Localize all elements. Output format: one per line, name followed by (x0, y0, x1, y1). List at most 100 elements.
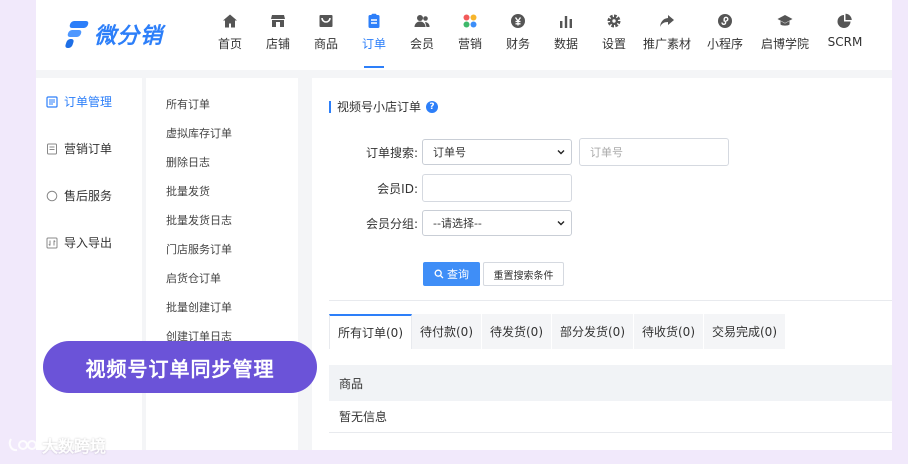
nav-label: 首页 (217, 37, 242, 51)
member-id-row: 会员ID: (312, 174, 572, 202)
watermark-logo-icon (8, 438, 37, 452)
brand-logo-icon (64, 19, 90, 49)
pie-chart-icon (836, 12, 854, 30)
nav-item-products[interactable]: 商品 (302, 0, 350, 70)
nav-item-marketing[interactable]: 营销 (446, 0, 494, 70)
nav-label: 启博学院 (760, 37, 809, 51)
search-button[interactable]: 查询 (423, 262, 480, 286)
home-icon (221, 12, 239, 30)
subnav-item-warehouse-orders[interactable]: 启货仓订单 (146, 264, 298, 293)
tab-all-orders[interactable]: 所有订单(0) (329, 314, 412, 349)
top-navigation-bar: 微分销 首页 店铺 商品 订单 会员 营销 财务 数据 设置 推广素材 小程序 … (36, 0, 892, 70)
member-group-select[interactable]: --请选择-- (422, 210, 572, 236)
order-number-placeholder: 订单号 (590, 146, 623, 159)
search-icon (434, 269, 444, 279)
nav-item-data[interactable]: 数据 (542, 0, 590, 70)
nav-item-academy[interactable]: 启博学院 (754, 0, 816, 70)
subnav-item-all-orders[interactable]: 所有订单 (146, 90, 298, 119)
nav-item-members[interactable]: 会员 (398, 0, 446, 70)
nav-label: 数据 (553, 37, 578, 51)
tab-pending-receipt[interactable]: 待收货(0) (634, 314, 704, 349)
order-search-type-value: 订单号 (433, 146, 466, 159)
order-list-icon (46, 95, 58, 108)
nav-label: 财务 (505, 37, 530, 51)
sidebar-item-import-export[interactable]: 导入导出 (36, 219, 142, 266)
subnav-item-virtual-stock-orders[interactable]: 虚拟库存订单 (146, 119, 298, 148)
import-export-icon (46, 237, 58, 249)
share-arrow-icon (658, 12, 676, 30)
sidebar-item-label: 导入导出 (64, 236, 113, 250)
sidebar-item-label: 售后服务 (64, 189, 113, 203)
order-search-type-select[interactable]: 订单号 (422, 139, 572, 165)
nav-label: 店铺 (265, 37, 290, 51)
member-group-row: 会员分组: --请选择-- (312, 210, 572, 236)
watermark: 大数跨境 (8, 433, 106, 457)
sidebar-item-after-sales[interactable]: 售后服务 (36, 172, 142, 219)
nav-label: 推广素材 (642, 37, 691, 51)
empty-state-text: 暂无信息 (339, 410, 388, 424)
nav-label: SCRM (827, 35, 863, 49)
watermark-text: 大数跨境 (42, 437, 107, 456)
tab-pending-payment[interactable]: 待付款(0) (412, 314, 482, 349)
main-nav: 首页 店铺 商品 订单 会员 营销 财务 数据 设置 推广素材 小程序 启博学院… (206, 0, 874, 70)
nav-item-settings[interactable]: 设置 (590, 0, 638, 70)
subnav-item-batch-create-orders[interactable]: 批量创建订单 (146, 293, 298, 322)
secondary-sidebar: 所有订单 虚拟库存订单 删除日志 批量发货 批量发货日志 门店服务订单 启货仓订… (146, 78, 298, 450)
subnav-item-delete-log[interactable]: 删除日志 (146, 148, 298, 177)
members-icon (413, 12, 431, 30)
nav-item-promo-materials[interactable]: 推广素材 (638, 0, 696, 70)
marketing-grid-icon (461, 12, 479, 30)
sidebar-item-order-management[interactable]: 订单管理 (36, 78, 142, 125)
finance-coin-icon (509, 12, 527, 30)
brand-name: 微分销 (94, 24, 164, 49)
nav-item-store[interactable]: 店铺 (254, 0, 302, 70)
table-header: 商品 (329, 365, 892, 401)
sidebar-item-marketing-orders[interactable]: 营销订单 (36, 125, 142, 172)
graduation-cap-icon (776, 12, 794, 30)
column-header-product: 商品 (339, 376, 364, 391)
tab-partially-shipped[interactable]: 部分发货(0) (552, 314, 634, 349)
page-title-text: 视频号小店订单 (337, 100, 422, 114)
main-panel: 视频号小店订单 ? 订单搜索: 订单号 订单号 会员ID: 会员分组: --请选… (312, 78, 892, 450)
after-sales-icon (46, 190, 58, 202)
tab-pending-shipment[interactable]: 待发货(0) (482, 314, 552, 349)
page-title: 视频号小店订单 ? (329, 98, 439, 115)
nav-item-orders[interactable]: 订单 (350, 0, 398, 70)
sidebar-item-label: 营销订单 (64, 142, 113, 156)
nav-label: 会员 (409, 37, 434, 51)
divider (329, 300, 892, 301)
member-group-label: 会员分组: (365, 216, 418, 231)
nav-label: 设置 (601, 37, 626, 51)
nav-label: 订单 (361, 37, 386, 51)
nav-item-finance[interactable]: 财务 (494, 0, 542, 70)
nav-item-scrm[interactable]: SCRM (816, 0, 874, 70)
nav-item-mini-program[interactable]: 小程序 (696, 0, 754, 70)
mini-program-icon (716, 12, 734, 30)
order-search-label: 订单搜索: (365, 145, 418, 160)
nav-item-home[interactable]: 首页 (206, 0, 254, 70)
member-id-input[interactable] (422, 174, 572, 202)
primary-sidebar: 订单管理 营销订单 售后服务 导入导出 (36, 78, 142, 450)
help-icon[interactable]: ? (426, 100, 439, 113)
order-number-input[interactable]: 订单号 (579, 138, 729, 166)
promo-banner: 视频号订单同步管理 (43, 341, 317, 393)
marketing-order-icon (46, 143, 58, 155)
product-box-icon (317, 12, 335, 30)
chevron-down-icon (557, 221, 565, 226)
chevron-down-icon (557, 150, 565, 155)
data-bars-icon (557, 12, 575, 30)
sidebar-item-label: 订单管理 (64, 95, 113, 109)
order-search-row: 订单搜索: 订单号 订单号 (312, 138, 729, 166)
nav-label: 商品 (313, 37, 338, 51)
order-clipboard-icon (365, 12, 383, 30)
table-empty-row: 暂无信息 (329, 401, 892, 433)
member-group-value: --请选择-- (433, 217, 482, 230)
member-id-label: 会员ID: (377, 181, 418, 196)
subnav-item-batch-ship[interactable]: 批量发货 (146, 177, 298, 206)
search-button-label: 查询 (447, 268, 469, 281)
brand-logo[interactable]: 微分销 (64, 16, 163, 52)
subnav-item-batch-ship-log[interactable]: 批量发货日志 (146, 206, 298, 235)
tab-completed[interactable]: 交易完成(0) (704, 314, 786, 349)
reset-search-button[interactable]: 重置搜索条件 (483, 262, 564, 286)
subnav-item-store-service-orders[interactable]: 门店服务订单 (146, 235, 298, 264)
